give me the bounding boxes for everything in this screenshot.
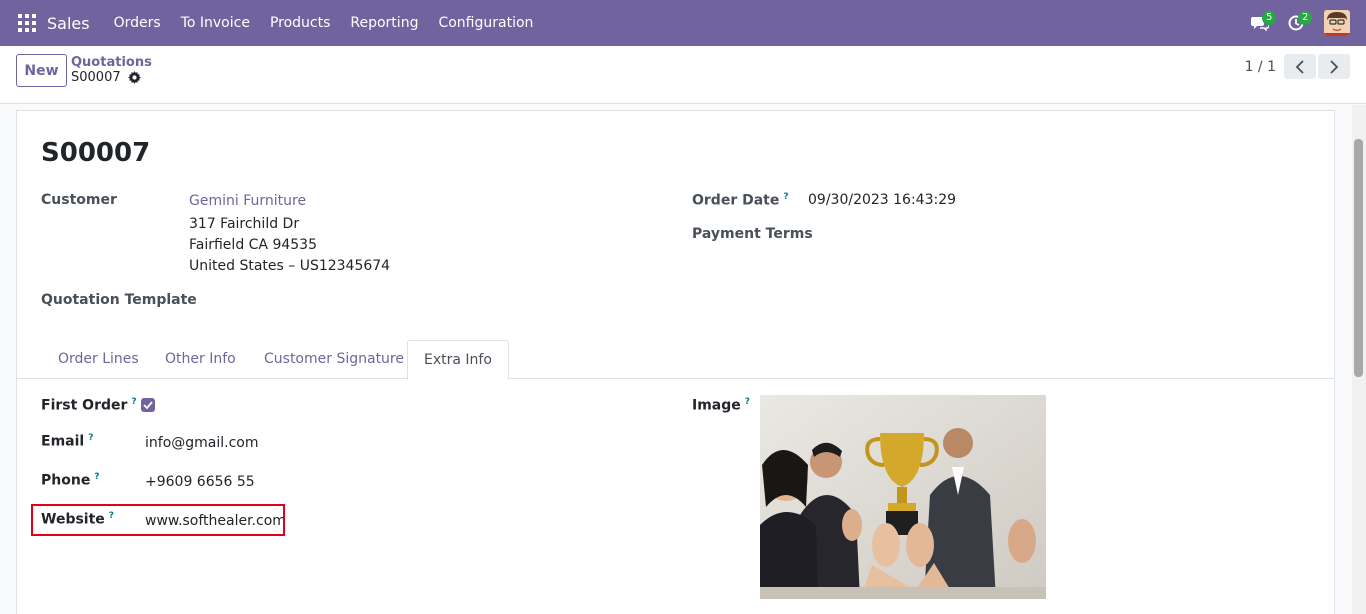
pager-previous-button[interactable] xyxy=(1284,54,1316,79)
user-face-icon xyxy=(1324,10,1350,36)
menu-products[interactable]: Products xyxy=(260,15,340,31)
breadcrumb-quotations[interactable]: Quotations xyxy=(71,55,152,70)
help-icon[interactable]: ? xyxy=(94,472,99,482)
activities-count-badge: 2 xyxy=(1298,11,1313,25)
tab-customer-signature[interactable]: Customer Signature xyxy=(248,340,420,379)
control-panel: New Quotations S00007 1 / 1 xyxy=(0,46,1366,104)
help-icon[interactable]: ? xyxy=(131,397,136,407)
tab-other-info[interactable]: Other Info xyxy=(149,340,252,379)
form-sheet: S00007 Customer Gemini Furniture 317 Fai… xyxy=(16,110,1335,614)
phone-label-text: Phone xyxy=(41,472,91,489)
notebook-tabs: Order Lines Other Info Customer Signatur… xyxy=(17,340,1334,380)
top-navbar: Sales Orders To Invoice Products Reporti… xyxy=(0,0,1366,46)
first-order-label-text: First Order xyxy=(41,397,128,414)
apps-menu-icon[interactable] xyxy=(18,14,36,32)
breadcrumb-current-record: S00007 xyxy=(71,70,121,85)
customer-label: Customer xyxy=(41,192,117,208)
order-date-label-text: Order Date xyxy=(692,192,780,209)
image-label-text: Image xyxy=(692,397,741,414)
messages-button[interactable]: 5 xyxy=(1242,0,1278,46)
email-field[interactable]: info@gmail.com xyxy=(145,435,259,451)
scrollbar-thumb[interactable] xyxy=(1354,139,1363,377)
image-field[interactable] xyxy=(760,395,1046,599)
breadcrumb: S00007 xyxy=(71,70,141,85)
new-button[interactable]: New xyxy=(16,54,67,87)
tab-order-lines[interactable]: Order Lines xyxy=(42,340,155,379)
website-highlight-box xyxy=(31,504,285,536)
payment-terms-label: Payment Terms xyxy=(692,226,813,242)
checkmark-icon xyxy=(143,401,153,409)
first-order-checkbox[interactable] xyxy=(141,398,155,412)
systray: 5 2 xyxy=(1242,0,1366,46)
quotation-template-label: Quotation Template xyxy=(41,292,197,308)
app-name[interactable]: Sales xyxy=(47,14,90,33)
first-order-label: First Order? xyxy=(41,397,137,414)
user-avatar[interactable] xyxy=(1324,10,1350,36)
image-label: Image? xyxy=(692,397,750,414)
trophy-celebration-image xyxy=(760,395,1046,599)
phone-field[interactable]: +9609 6656 55 xyxy=(145,474,255,490)
help-icon[interactable]: ? xyxy=(745,397,750,407)
chevron-left-icon xyxy=(1295,59,1304,74)
customer-link[interactable]: Gemini Furniture xyxy=(189,193,306,209)
messages-count-badge: 5 xyxy=(1262,11,1277,25)
chevron-right-icon xyxy=(1330,59,1339,74)
menu-reporting[interactable]: Reporting xyxy=(340,15,428,31)
menu-to-invoice[interactable]: To Invoice xyxy=(171,15,260,31)
help-icon[interactable]: ? xyxy=(783,192,788,202)
email-label-text: Email xyxy=(41,433,85,450)
customer-address-line3: United States – US12345674 xyxy=(189,258,391,274)
phone-label: Phone? xyxy=(41,472,100,489)
order-date-label: Order Date? xyxy=(692,192,789,209)
menu-orders[interactable]: Orders xyxy=(104,15,171,31)
pager-value[interactable]: 1 / 1 xyxy=(1245,59,1276,75)
page-scrollbar[interactable] xyxy=(1352,105,1366,614)
order-date-value[interactable]: 09/30/2023 16:43:29 xyxy=(808,192,956,208)
help-icon[interactable]: ? xyxy=(88,433,93,443)
menu-configuration[interactable]: Configuration xyxy=(428,15,543,31)
customer-address-line2: Fairfield CA 94535 xyxy=(189,237,317,253)
pager-next-button[interactable] xyxy=(1318,54,1350,79)
gear-icon[interactable] xyxy=(127,71,141,84)
activities-button[interactable]: 2 xyxy=(1278,0,1314,46)
customer-address-line1: 317 Fairchild Dr xyxy=(189,216,300,232)
record-title: S00007 xyxy=(41,138,151,168)
tab-extra-info[interactable]: Extra Info xyxy=(407,340,509,380)
email-label: Email? xyxy=(41,433,93,450)
